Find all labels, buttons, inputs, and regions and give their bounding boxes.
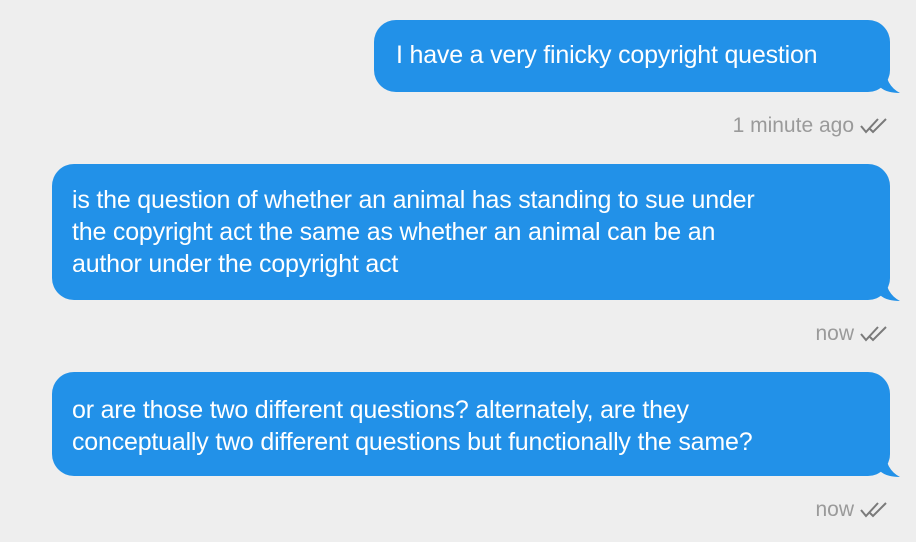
message-timestamp: 1 minute ago [732, 114, 854, 137]
sent-message[interactable]: is the question of whether an animal has… [52, 164, 900, 301]
message-meta: 1 minute ago [733, 114, 890, 138]
bubble-tail-icon [880, 73, 900, 93]
message-timestamp: now [815, 498, 854, 521]
message-text: is the question of whether an animal has… [72, 186, 755, 278]
double-check-icon [860, 326, 887, 342]
message-bubble[interactable]: or are those two different questions? al… [52, 372, 900, 477]
message-text: or are those two different questions? al… [72, 396, 753, 456]
message-bubble[interactable]: I have a very finicky copyright question [374, 20, 900, 93]
message-meta: now [815, 498, 890, 522]
message-text: I have a very finicky copyright question [396, 41, 818, 69]
sent-message[interactable]: or are those two different questions? al… [52, 372, 900, 477]
bubble-tail-icon [880, 457, 900, 477]
message-meta: now [815, 322, 890, 346]
chat-thread: I have a very finicky copyright question… [0, 0, 916, 542]
message-timestamp: now [815, 322, 854, 345]
sent-message[interactable]: I have a very finicky copyright question [374, 20, 900, 93]
message-bubble[interactable]: is the question of whether an animal has… [52, 164, 900, 301]
double-check-icon [860, 502, 887, 518]
double-check-icon [860, 118, 887, 134]
bubble-tail-icon [880, 281, 900, 301]
